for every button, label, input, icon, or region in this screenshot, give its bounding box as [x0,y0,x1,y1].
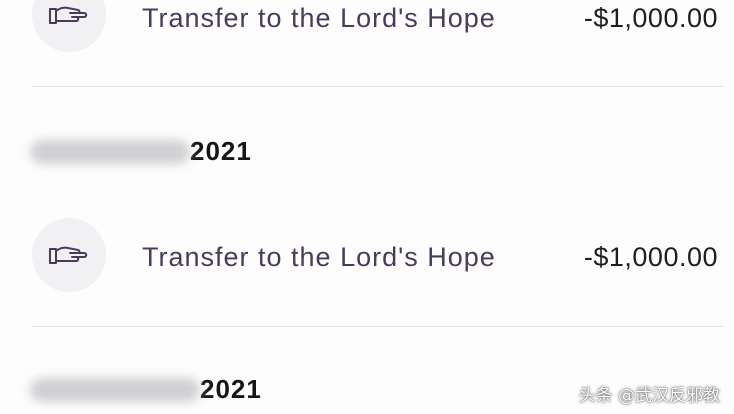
date-group-header: 2021 [30,374,262,410]
transaction-icon-badge [32,218,106,292]
divider [32,86,724,87]
hand-icon [49,246,88,264]
watermark: 头条 @武汉反邪教 [578,386,720,406]
transaction-amount: -$1,000.00 [583,242,718,272]
redacted-date [30,139,190,164]
date-year: 2021 [190,136,252,166]
date-year: 2021 [200,374,262,404]
date-group-header: 2021 [30,136,252,172]
transaction-icon-badge [32,0,106,52]
transaction-row[interactable]: Transfer to the Lord's Hope -$1,000.00 [0,0,734,58]
transaction-history-screen: Transfer to the Lord's Hope -$1,000.00 2… [0,0,734,414]
transaction-row[interactable]: Transfer to the Lord's Hope -$1,000.00 [0,218,734,298]
transaction-amount: -$1,000.00 [583,3,718,33]
transaction-label: Transfer to the Lord's Hope [142,3,496,33]
divider [32,326,724,327]
transaction-label: Transfer to the Lord's Hope [142,242,496,272]
redacted-date [30,377,200,402]
hand-icon [49,6,88,24]
